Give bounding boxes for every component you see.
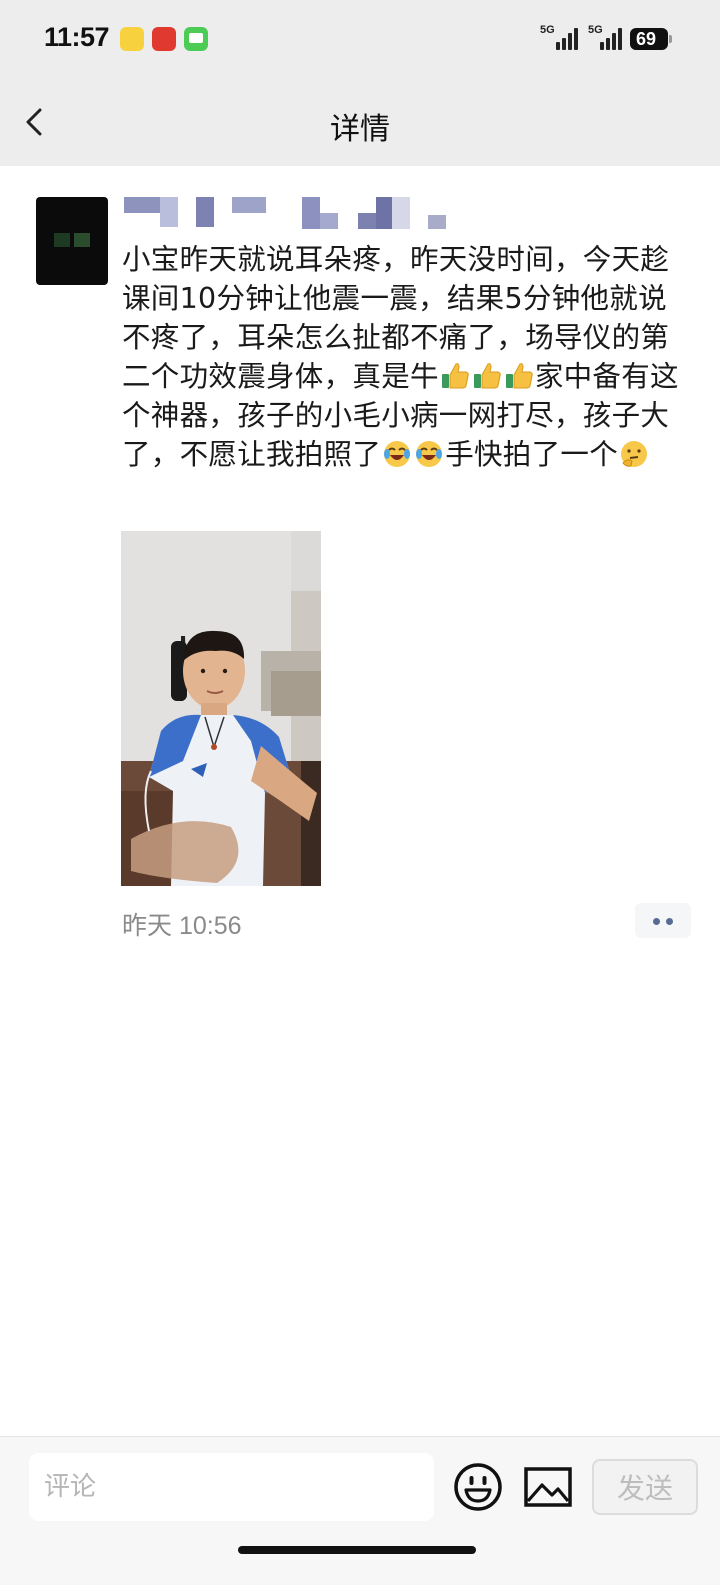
notification-app-icon bbox=[152, 27, 176, 51]
laughing-crying-icon bbox=[384, 441, 411, 467]
thinking-face-icon bbox=[621, 441, 648, 467]
smiley-icon bbox=[454, 1463, 502, 1511]
laughing-crying-icon bbox=[416, 441, 443, 467]
post-timestamp: 昨天 10:56 bbox=[122, 912, 242, 940]
post-photo[interactable] bbox=[121, 531, 321, 886]
post-text-part: 手快拍了一个 bbox=[445, 438, 619, 471]
comment-bar: 发送 bbox=[0, 1436, 720, 1585]
home-indicator[interactable] bbox=[238, 1546, 476, 1554]
status-bar: 11:57 5G 5G 69 bbox=[0, 0, 720, 80]
nav-bar: 详情 bbox=[0, 80, 720, 166]
thumbs-up-icon bbox=[505, 363, 533, 389]
signal-icon: 5G bbox=[588, 24, 624, 54]
thumbs-up-icon bbox=[441, 363, 469, 389]
battery-icon: 69 bbox=[630, 28, 672, 50]
comment-input[interactable] bbox=[29, 1453, 434, 1521]
message-app-icon bbox=[184, 27, 208, 51]
username-pixelated[interactable] bbox=[122, 195, 452, 233]
network-type: 5G bbox=[540, 24, 555, 36]
network-type: 5G bbox=[588, 24, 603, 36]
image-icon bbox=[524, 1467, 572, 1507]
avatar[interactable] bbox=[36, 197, 108, 285]
signal-icon: 5G bbox=[540, 24, 580, 54]
thumbs-up-icon bbox=[473, 363, 501, 389]
page-title: 详情 bbox=[330, 112, 390, 147]
image-button[interactable] bbox=[522, 1461, 574, 1513]
notification-app-icon bbox=[120, 27, 144, 51]
more-actions-button[interactable] bbox=[635, 903, 691, 938]
send-button[interactable]: 发送 bbox=[592, 1459, 698, 1515]
battery-level: 69 bbox=[636, 29, 657, 49]
status-time: 11:57 bbox=[44, 22, 110, 52]
post-photo-image bbox=[121, 531, 321, 886]
post-text: 小宝昨天就说耳朵疼，昨天没时间，今天趁课间10分钟让他震一震，结果5分钟他就说不… bbox=[122, 240, 692, 474]
emoji-button[interactable] bbox=[452, 1461, 504, 1513]
